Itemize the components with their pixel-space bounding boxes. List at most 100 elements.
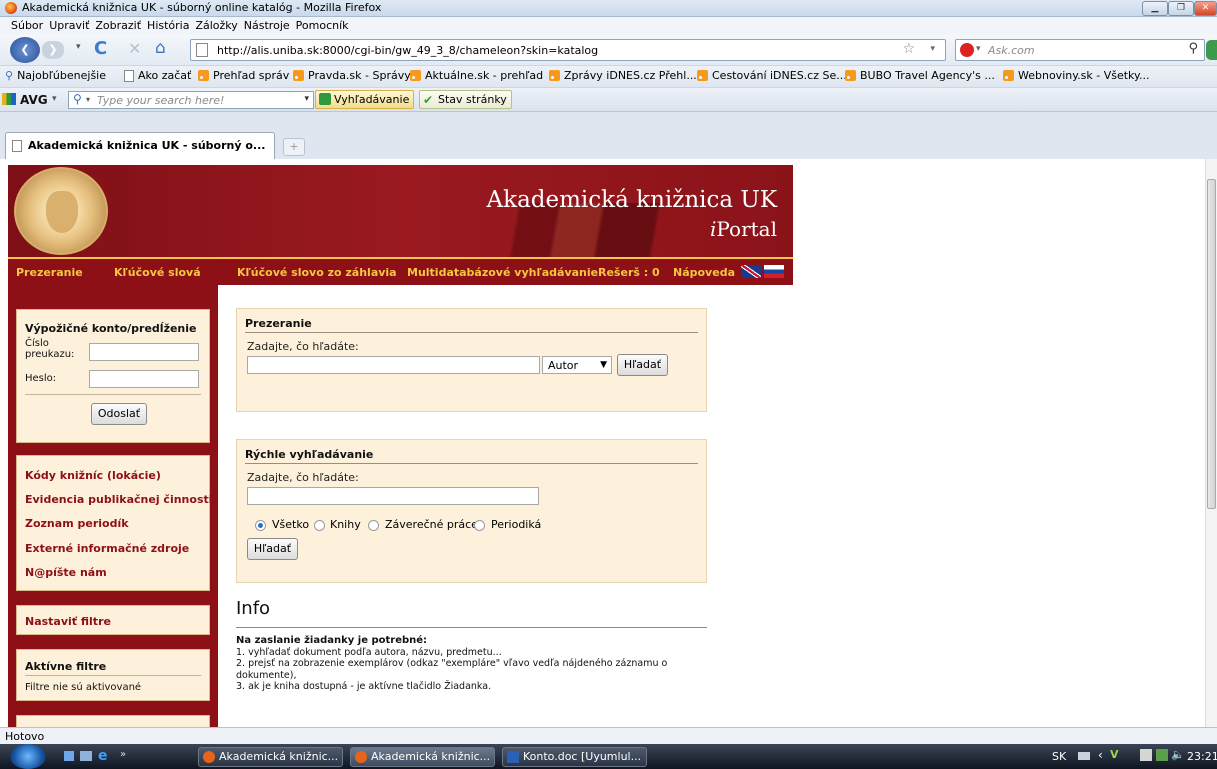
start-button[interactable]: [10, 744, 46, 769]
submit-button[interactable]: Odoslať: [91, 403, 147, 425]
bookmark-item[interactable]: Ako začať: [124, 69, 191, 82]
home-icon[interactable]: ⌂: [155, 38, 166, 58]
star-icon[interactable]: ☆: [902, 41, 915, 57]
menu-bookmarks[interactable]: Záložky: [195, 17, 237, 35]
window-title-bar[interactable]: Akademická knižnica UK - súborný online …: [0, 0, 1217, 17]
radio-theses[interactable]: [368, 520, 379, 531]
rss-icon: [198, 70, 209, 81]
taskbar-item-firefox-1[interactable]: Akademická knižnic...: [198, 747, 343, 767]
avg-search-button[interactable]: Vyhľadávanie: [315, 90, 415, 109]
menu-view[interactable]: Zobraziť: [95, 17, 141, 35]
loan-account-panel: Výpožičné konto/predĺženie Číslo preukazu…: [16, 309, 210, 443]
bookmark-item[interactable]: Aktuálne.sk - prehľad: [410, 69, 543, 82]
bookmark-item[interactable]: Webnoviny.sk - Všetky...: [1003, 69, 1149, 82]
language-indicator[interactable]: SK: [1052, 750, 1066, 763]
forward-icon[interactable]: ❯: [42, 41, 64, 59]
set-filters-link[interactable]: Nastaviť filtre: [25, 615, 111, 628]
ie-icon[interactable]: e: [98, 748, 108, 764]
skype-icon[interactable]: [1206, 40, 1217, 60]
keyboard-icon[interactable]: [1078, 752, 1090, 760]
tab-active[interactable]: Akademická knižnica UK - súborný o...: [5, 132, 275, 160]
bookmark-item[interactable]: Prehľad správ: [198, 69, 289, 82]
volume-icon[interactable]: 🔈: [1171, 748, 1185, 761]
bookmark-item[interactable]: Cestování iDNES.cz Se...: [697, 69, 847, 82]
menu-file[interactable]: Súbor: [11, 17, 43, 35]
quick-search-input[interactable]: [247, 487, 539, 505]
quicklaunch-expand-icon[interactable]: »: [120, 749, 126, 760]
rss-icon: [845, 70, 856, 81]
quick-search-panel: Rýchle vyhľadávanie Zadajte, čo hľadáte:…: [236, 439, 707, 583]
nav-browse[interactable]: Prezeranie: [16, 266, 83, 279]
taskbar-item-word[interactable]: Konto.doc [Uyumlul...: [502, 747, 647, 767]
back-icon[interactable]: ❮: [10, 37, 40, 63]
avg-logo-icon: [2, 93, 16, 105]
radio-all[interactable]: [255, 520, 266, 531]
english-flag-icon[interactable]: [741, 265, 761, 278]
history-dropdown-icon[interactable]: ▾: [76, 42, 81, 52]
bookmark-item[interactable]: ⚲ Najobľúbenejšie: [5, 69, 106, 82]
maximize-icon[interactable]: ❐: [1168, 1, 1194, 16]
bookmark-item[interactable]: BUBO Travel Agency's ...: [845, 69, 995, 82]
menu-edit[interactable]: Upraviť: [49, 17, 89, 35]
nav-keyword-heading[interactable]: Kľúčové slovo zo záhlavia: [237, 266, 397, 279]
show-desktop-icon[interactable]: [64, 751, 74, 761]
search-bar[interactable]: ▾ Ask.com ⚲: [955, 39, 1205, 61]
network-icon[interactable]: [1140, 749, 1152, 761]
nav-multidatabase-search[interactable]: Multidatabázové vyhľadávanie: [407, 266, 598, 279]
browse-search-button[interactable]: Hľadať: [617, 354, 668, 376]
browse-field-select[interactable]: Autor ▼: [542, 356, 612, 374]
link-publication-records[interactable]: Evidencia publikačnej činnosti: [25, 493, 213, 506]
reload-icon[interactable]: C: [94, 38, 107, 59]
link-external-resources[interactable]: Externé informačné zdroje: [25, 542, 189, 555]
links-panel: Kódy knižníc (lokácie) Evidencia publika…: [16, 455, 213, 591]
stop-icon[interactable]: ✕: [128, 39, 141, 58]
ask-icon[interactable]: [960, 43, 974, 57]
bookmark-item[interactable]: Zprávy iDNES.cz Přehl...: [549, 69, 697, 82]
close-icon[interactable]: ✕: [1194, 1, 1217, 16]
vertical-scrollbar[interactable]: [1205, 159, 1217, 727]
card-number-input[interactable]: [89, 343, 199, 361]
windows-taskbar: e » Akademická knižnic... Akademická kni…: [0, 744, 1217, 769]
menu-tools[interactable]: Nástroje: [244, 17, 290, 35]
engine-dropdown-icon[interactable]: ▾: [976, 44, 981, 54]
info-line-3: 3. ak je kniha dostupná - je aktívne tla…: [236, 681, 492, 692]
bookmark-item[interactable]: Pravda.sk - Správy: [293, 69, 411, 82]
avg-search-field[interactable]: ⚲ ▾ Type your search here! ▾: [68, 91, 314, 109]
link-library-codes[interactable]: Kódy knižníc (lokácie): [25, 469, 161, 482]
password-input[interactable]: [89, 370, 199, 388]
link-periodicals-list[interactable]: Zoznam periodík: [25, 517, 129, 530]
taskbar-item-firefox-2[interactable]: Akademická knižnic...: [350, 747, 495, 767]
nav-help[interactable]: Nápoveda: [673, 266, 735, 279]
security-icon[interactable]: [1156, 749, 1168, 761]
rss-icon: [293, 70, 304, 81]
search-input[interactable]: Ask.com: [988, 44, 1035, 57]
quick-search-button[interactable]: Hľadať: [247, 538, 298, 560]
menu-help[interactable]: Pomocník: [296, 17, 349, 35]
avg-search-input[interactable]: Type your search here!: [97, 94, 224, 107]
radio-books[interactable]: [314, 520, 325, 531]
new-tab-button[interactable]: +: [283, 138, 305, 156]
avg-menu-dropdown-icon[interactable]: ▾: [52, 94, 57, 104]
slovak-flag-icon[interactable]: [764, 265, 784, 278]
radio-periodicals[interactable]: [474, 520, 485, 531]
clock[interactable]: 23:21: [1187, 750, 1217, 763]
avg-site-status-button[interactable]: ✔ Stav stránky: [419, 90, 512, 109]
avg-tray-icon[interactable]: V: [1110, 748, 1119, 761]
nav-keywords[interactable]: Kľúčové slová: [114, 266, 201, 279]
chevron-down-icon: ▼: [600, 360, 607, 370]
url-bar[interactable]: http://alis.uniba.sk:8000/cgi-bin/gw_49_…: [190, 39, 946, 61]
nav-research[interactable]: Rešerš : 0: [598, 266, 660, 279]
chevron-down-icon[interactable]: ▾: [86, 95, 90, 104]
browse-query-input[interactable]: [247, 356, 540, 374]
minimize-icon[interactable]: ▁: [1142, 1, 1168, 16]
chevron-left-icon[interactable]: ‹: [1098, 748, 1103, 762]
menu-history[interactable]: História: [147, 17, 189, 35]
switch-windows-icon[interactable]: [80, 751, 92, 761]
green-arrow-icon: [319, 93, 331, 105]
search-icon[interactable]: ⚲: [1188, 41, 1198, 56]
avg-brand[interactable]: AVG: [20, 93, 48, 107]
avg-search-dropdown-icon[interactable]: ▾: [304, 94, 309, 104]
link-write-to-us[interactable]: N@píšte nám: [25, 566, 107, 579]
scrollbar-thumb[interactable]: [1207, 179, 1216, 509]
url-dropdown-icon[interactable]: ▾: [930, 44, 935, 54]
